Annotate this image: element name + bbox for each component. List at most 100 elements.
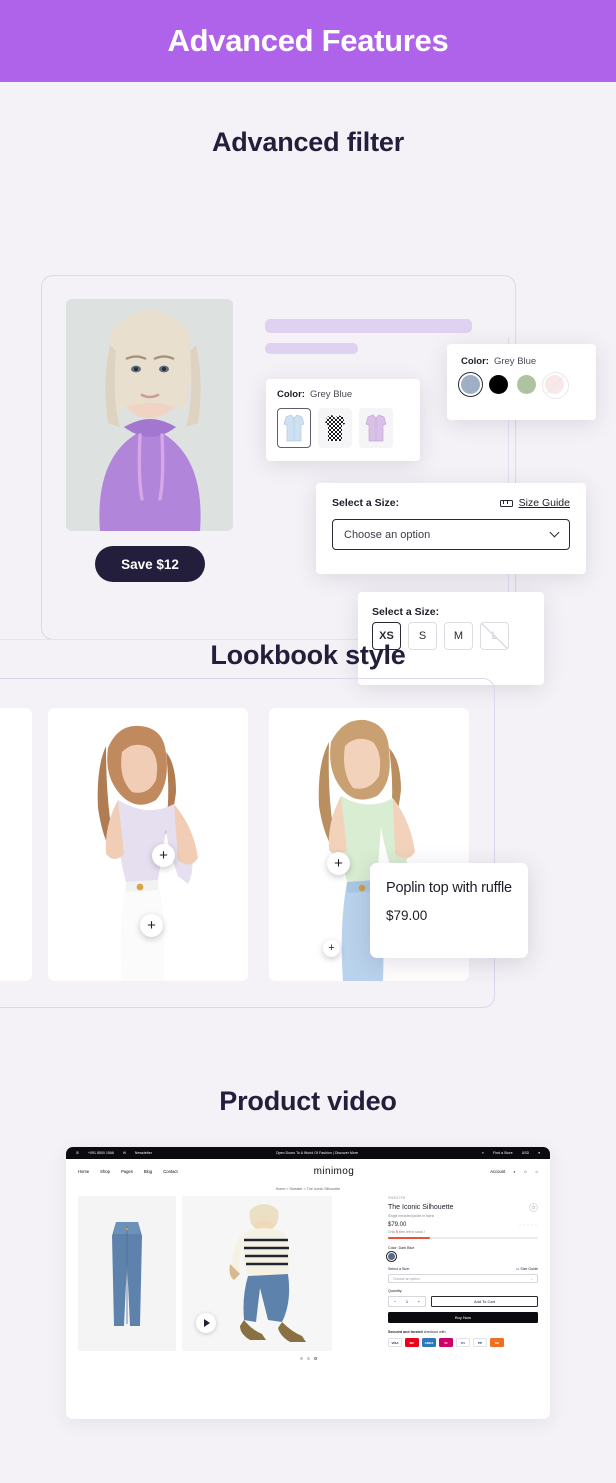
nav-item-blog[interactable]: Blog — [144, 1169, 152, 1174]
product-size-row: Select a Size: ▭ Size Guide — [388, 1267, 538, 1271]
shirt-icon-light-blue — [283, 414, 305, 442]
nav-item-contact[interactable]: Contact — [163, 1169, 177, 1174]
visa-icon: VISA — [388, 1338, 402, 1347]
chevron-down-icon: ⌄ — [530, 1276, 533, 1281]
find-store-link[interactable]: Find a Store — [493, 1151, 513, 1155]
shirt-icon-lilac — [365, 414, 387, 442]
breadcrumb: Home > Sweater > The Iconic Silhouette — [275, 1187, 341, 1191]
nav-actions: Account ⌕ ☆ ⌂ — [490, 1169, 538, 1174]
section-title-product-video: Product video — [219, 1086, 397, 1116]
quantity-decrement[interactable]: − — [394, 1299, 396, 1304]
add-to-cart-button[interactable]: Add To Cart — [431, 1296, 538, 1307]
buy-now-button[interactable]: Buy Now — [388, 1312, 538, 1323]
phone-icon: ✆ — [76, 1151, 79, 1155]
product-hero-image — [66, 299, 233, 531]
color-swatch-black[interactable] — [489, 375, 508, 394]
size-boxes-label: Select a Size: — [372, 606, 440, 618]
gallery-image-video[interactable] — [182, 1196, 332, 1351]
product-quantity-row: − 1 + Add To Cart — [388, 1296, 538, 1307]
product-color-label: Color: Dark Blue — [388, 1246, 415, 1250]
page-title: Advanced Features — [167, 23, 449, 58]
quantity-increment[interactable]: + — [418, 1299, 420, 1304]
color-thumbnail-black-check[interactable] — [318, 408, 352, 448]
color-thumbnails-card: Color: Grey Blue — [266, 379, 420, 461]
product-quantity-label: Quantity: — [388, 1289, 403, 1293]
newsletter-link[interactable]: Newsletter — [135, 1151, 152, 1155]
product-rating-stars[interactable]: ☆☆☆☆☆ — [519, 1223, 538, 1227]
gallery-image-jeans[interactable] — [78, 1196, 176, 1351]
color-thumbnails-value: Grey Blue — [309, 389, 353, 400]
size-guide-link[interactable]: Size Guide — [499, 497, 570, 509]
nav-item-shop[interactable]: Shop — [100, 1169, 110, 1174]
nav-menu: Home Shop Pages Blog Contact — [78, 1169, 178, 1174]
ruler-icon — [499, 499, 513, 507]
nav-item-home[interactable]: Home — [78, 1169, 89, 1174]
section-title-lookbook: Lookbook style — [210, 640, 406, 670]
currency-selector[interactable]: USD — [522, 1151, 529, 1155]
product-title-row: The Iconic Silhouette ☆ — [388, 1203, 538, 1212]
nav-item-pages[interactable]: Pages — [121, 1169, 133, 1174]
popup-product-price: $79.00 — [386, 907, 428, 923]
lookbook-image-main — [48, 708, 248, 981]
announcement-bar: ✆ +091 8500 1566 ✉ Newsletter Open Doors… — [66, 1147, 550, 1159]
play-icon — [204, 1319, 210, 1327]
product-size-guide-link[interactable]: ▭ Size Guide — [516, 1267, 538, 1271]
color-thumbnails-label: Color: Grey Blue — [277, 389, 353, 400]
gallery-dot-2[interactable] — [306, 1357, 310, 1360]
color-swatch-pink-unavailable[interactable] — [542, 372, 569, 399]
wishlist-star-icon[interactable]: ☆ — [529, 1203, 538, 1212]
product-subtitle: Single breasted jacket in fabric — [388, 1214, 435, 1218]
product-size-dropdown[interactable]: Choose an option ⌄ — [388, 1274, 538, 1283]
gallery-dot-1[interactable] — [299, 1357, 303, 1360]
color-swatch-grey-blue[interactable] — [457, 371, 484, 398]
discover-icon: DC — [490, 1338, 504, 1347]
lookbook-card-prev[interactable] — [0, 708, 32, 981]
mastercard-icon: MC — [405, 1338, 419, 1347]
color-swatch-sage[interactable] — [517, 375, 536, 394]
account-link[interactable]: Account — [490, 1169, 505, 1174]
lookbook-card-main[interactable]: + + — [48, 708, 248, 981]
promo-text[interactable]: Open Doors To A World Of Fashion | Disco… — [152, 1151, 482, 1155]
lookbook-hotspot-bottom[interactable]: + — [140, 914, 163, 937]
wishlist-icon[interactable]: ☆ — [524, 1169, 528, 1174]
color-thumbnail-lilac[interactable] — [359, 408, 393, 448]
product-info-panel: SWEATER The Iconic Silhouette ☆ Single b… — [385, 1196, 538, 1351]
phone-number: +091 8500 1566 — [87, 1151, 114, 1155]
search-icon[interactable]: ⌕ — [513, 1169, 515, 1174]
browser-mockup: ✆ +091 8500 1566 ✉ Newsletter Open Doors… — [66, 1147, 550, 1419]
play-button[interactable] — [196, 1313, 216, 1333]
color-thumbnail-light-blue[interactable] — [277, 408, 311, 448]
size-select-card: Select a Size: Size Guide Choose an opti… — [316, 483, 586, 574]
payment-icons-row: VISA MC AMEX iD MS PP DC — [388, 1338, 538, 1347]
site-logo[interactable]: minimog — [178, 1166, 491, 1177]
product-size-label: Select a Size: — [388, 1267, 410, 1271]
quantity-value: 1 — [405, 1299, 409, 1304]
gallery-pagination-dots[interactable] — [66, 1357, 550, 1360]
product-vendor: SWEATER — [388, 1196, 406, 1200]
lookbook-image-prev — [0, 708, 32, 981]
gallery-dot-3-active[interactable] — [313, 1357, 317, 1360]
secure-checkout-text: Secured and trusted checkout with: — [388, 1330, 447, 1334]
page-header: Advanced Features — [0, 0, 616, 82]
maestro-icon: MS — [456, 1338, 470, 1347]
color-swatches-card: Color: Grey Blue — [447, 344, 596, 420]
product-gallery — [78, 1196, 381, 1351]
cart-icon[interactable]: ⌂ — [535, 1169, 538, 1174]
quantity-stepper[interactable]: − 1 + — [388, 1296, 426, 1307]
chevron-down-icon: ▾ — [538, 1151, 540, 1155]
lookbook-hotspot-next-top[interactable]: + — [327, 852, 350, 875]
product-color-swatch-dark-blue[interactable] — [385, 1250, 398, 1263]
size-select-header: Select a Size: Size Guide — [332, 497, 570, 509]
color-thumbnail-row — [277, 408, 409, 448]
product-video-section: Product video ✆ +091 8500 1566 ✉ Newslet… — [0, 1062, 616, 1482]
skeleton-bar-title — [265, 319, 472, 333]
lookbook-hotspot-next-bottom[interactable]: + — [323, 940, 340, 957]
save-button[interactable]: Save $12 — [95, 546, 205, 582]
chevron-down-icon — [549, 527, 560, 538]
color-swatches-label: Color: Grey Blue — [461, 356, 537, 367]
color-swatches-value: Grey Blue — [493, 356, 537, 367]
size-dropdown[interactable]: Choose an option — [332, 519, 570, 550]
ideal-icon: iD — [439, 1338, 453, 1347]
lookbook-product-popup[interactable]: Poplin top with ruffle $79.00 — [370, 863, 528, 958]
lookbook-hotspot-top[interactable]: + — [152, 844, 175, 867]
